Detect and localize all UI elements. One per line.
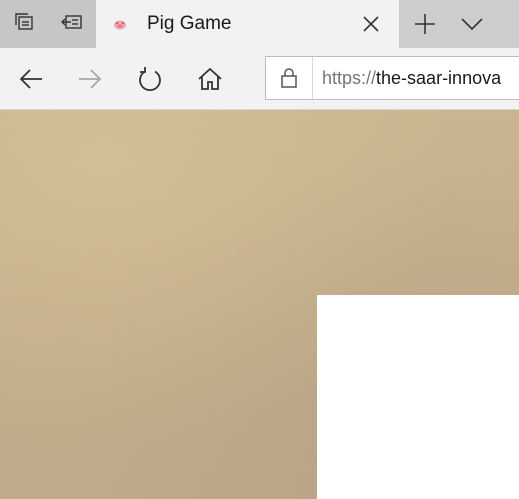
url-text[interactable]: https://the-saar-innova (322, 68, 501, 89)
arrow-right-icon (79, 69, 102, 89)
navigation-toolbar: https://the-saar-innova (0, 48, 519, 110)
forward-button[interactable] (72, 62, 108, 96)
tab-list-button[interactable] (454, 12, 490, 36)
url-scheme: https:// (322, 68, 377, 88)
home-icon (198, 67, 222, 90)
restore-tabs-button[interactable] (48, 0, 96, 48)
set-tabs-aside-button[interactable] (0, 0, 48, 48)
browser-window: Pig Game https://the-saar-innova (0, 0, 519, 499)
refresh-button[interactable] (132, 62, 168, 96)
tabs-aside-icon (13, 11, 35, 38)
close-icon (363, 16, 379, 32)
home-button[interactable] (192, 62, 228, 96)
url-host: the-saar-innova (376, 68, 502, 88)
chevron-down-icon (461, 18, 483, 31)
new-tab-button[interactable] (407, 12, 443, 36)
tab-title: Pig Game (147, 13, 232, 34)
plus-icon (415, 14, 435, 34)
active-tab[interactable]: Pig Game (96, 0, 399, 48)
pig-icon (113, 17, 127, 31)
restore-tabs-icon (60, 11, 84, 38)
game-board (317, 295, 519, 499)
lock-icon[interactable] (266, 57, 313, 99)
close-tab-button[interactable] (359, 12, 383, 36)
arrow-left-icon (19, 69, 42, 89)
page-content (0, 110, 519, 499)
tab-strip: Pig Game (0, 0, 519, 48)
back-button[interactable] (13, 62, 49, 96)
address-bar[interactable]: https://the-saar-innova (265, 56, 519, 100)
refresh-icon (139, 67, 161, 92)
